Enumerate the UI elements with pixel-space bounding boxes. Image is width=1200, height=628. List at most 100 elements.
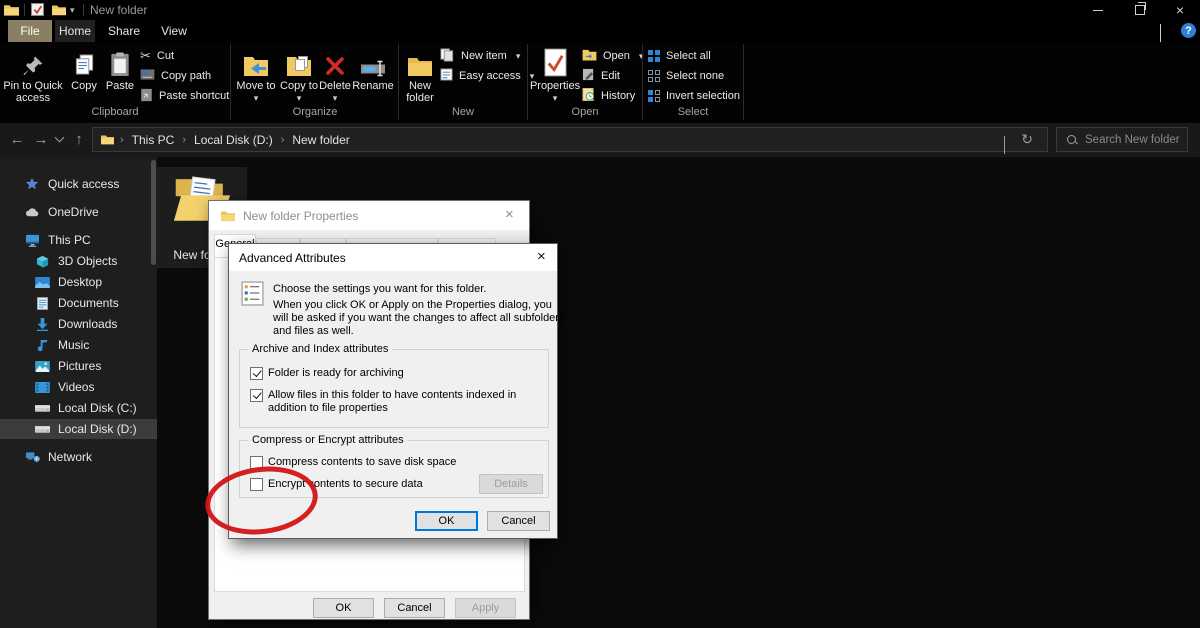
- sidebar-item-desktop[interactable]: Desktop: [0, 272, 157, 292]
- details-button[interactable]: Details: [479, 474, 543, 494]
- index-checkbox-label: Allow files in this folder to have conte…: [268, 389, 540, 415]
- sidebar-item-3d-objects[interactable]: 3D Objects: [0, 251, 157, 271]
- tab-home[interactable]: Home: [55, 20, 95, 42]
- qat-folder-button[interactable]: [52, 3, 66, 21]
- archive-checkbox-label: Folder is ready for archiving: [268, 367, 404, 380]
- up-button[interactable]: ↑: [68, 128, 90, 150]
- rename-button[interactable]: Rename: [351, 45, 395, 92]
- invert-selection-label: Invert selection: [666, 90, 740, 102]
- properties-button[interactable]: Properties: [531, 45, 579, 104]
- advanced-intro-body: When you click OK or Apply on the Proper…: [273, 299, 565, 338]
- qat-properties-button[interactable]: [31, 3, 44, 21]
- select-all-button[interactable]: Select all: [648, 48, 711, 64]
- close-icon[interactable]: ×: [505, 207, 514, 222]
- sidebar-item-videos[interactable]: Videos: [0, 377, 157, 397]
- tab-share[interactable]: Share: [103, 20, 145, 42]
- properties-dialog-titlebar: New folder Properties ×: [209, 201, 529, 230]
- open-group-label: Open: [528, 106, 642, 118]
- chevron-down-icon: [1004, 136, 1005, 154]
- index-checkbox[interactable]: [250, 389, 263, 402]
- history-button[interactable]: History: [582, 88, 635, 104]
- paste-label: Paste: [106, 80, 134, 92]
- divider: [24, 4, 25, 16]
- paste-shortcut-label: Paste shortcut: [159, 90, 229, 102]
- breadcrumb-drive[interactable]: Local Disk (D:): [192, 133, 275, 147]
- chevron-down-icon: [54, 133, 64, 143]
- minimize-button[interactable]: [1078, 0, 1118, 20]
- tab-file[interactable]: File: [8, 20, 52, 42]
- advanced-cancel-button[interactable]: Cancel: [487, 511, 550, 531]
- sidebar-item-downloads[interactable]: Downloads: [0, 314, 157, 334]
- invert-selection-button[interactable]: Invert selection: [648, 88, 740, 104]
- close-icon[interactable]: ×: [537, 249, 546, 264]
- collapse-ribbon-button[interactable]: [1160, 25, 1161, 43]
- new-item-label: New item: [461, 50, 507, 62]
- refresh-button[interactable]: ↻: [1021, 131, 1033, 148]
- forward-button[interactable]: →: [30, 128, 52, 150]
- close-button[interactable]: ×: [1160, 0, 1200, 20]
- folder-icon: [221, 210, 235, 225]
- new-folder-button[interactable]: New folder: [400, 45, 440, 104]
- invert-selection-icon: [648, 90, 660, 102]
- sidebar-item-local-disk-c[interactable]: Local Disk (C:): [0, 398, 157, 418]
- sidebar-item-network[interactable]: Network: [0, 447, 157, 467]
- sidebar-item-onedrive[interactable]: OneDrive: [0, 202, 157, 222]
- navigation-pane: Quick access OneDrive This PC 3D Objects…: [0, 157, 157, 628]
- sidebar-item-documents[interactable]: Documents: [0, 293, 157, 313]
- easy-access-button[interactable]: Easy access: [440, 68, 534, 84]
- copy-to-button[interactable]: Copy to: [279, 45, 319, 104]
- properties-ok-button[interactable]: OK: [313, 598, 374, 618]
- app-folder-icon: [4, 3, 19, 21]
- sidebar-item-quick-access[interactable]: Quick access: [0, 174, 157, 194]
- tab-view[interactable]: View: [155, 20, 193, 42]
- pin-to-quick-access-button[interactable]: Pin to Quick access: [2, 45, 64, 104]
- sidebar-item-this-pc[interactable]: This PC: [0, 230, 157, 250]
- breadcrumb-folder[interactable]: New folder: [290, 133, 351, 147]
- archive-checkbox[interactable]: [250, 367, 263, 380]
- advanced-ok-button[interactable]: OK: [415, 511, 478, 531]
- select-none-button[interactable]: Select none: [648, 68, 724, 84]
- copy-button[interactable]: Copy: [66, 45, 102, 92]
- sidebar-item-pictures[interactable]: Pictures: [0, 356, 157, 376]
- edit-button[interactable]: Edit: [582, 68, 620, 84]
- sidebar-scrollbar[interactable]: [151, 160, 156, 265]
- breadcrumb-this-pc[interactable]: This PC: [130, 133, 177, 147]
- sidebar-item-music[interactable]: Music: [0, 335, 157, 355]
- search-box[interactable]: [1056, 127, 1188, 152]
- group-separator: [230, 44, 231, 120]
- open-label: Open: [603, 50, 630, 62]
- recent-locations-button[interactable]: [52, 128, 66, 150]
- address-bar[interactable]: › This PC › Local Disk (D:) › New folder…: [92, 127, 1048, 152]
- paste-shortcut-button[interactable]: Paste shortcut: [140, 88, 229, 104]
- restore-button[interactable]: [1120, 0, 1160, 20]
- move-to-button[interactable]: Move to: [236, 45, 276, 104]
- ribbon-tab-row: File Home Share View: [0, 20, 1200, 42]
- copy-path-button[interactable]: Copy path: [140, 68, 211, 84]
- copy-label: Copy: [71, 80, 97, 92]
- chevron-up-icon: [1160, 24, 1161, 42]
- sidebar-item-label: This PC: [48, 233, 91, 247]
- properties-label: Properties: [530, 80, 580, 92]
- properties-cancel-button[interactable]: Cancel: [384, 598, 445, 618]
- sidebar-item-local-disk-d[interactable]: Local Disk (D:): [0, 419, 157, 439]
- explorer-window: ▾ New folder × File Home Share View Pin …: [0, 0, 1200, 628]
- new-item-button[interactable]: New item: [440, 48, 520, 64]
- open-button[interactable]: Open: [582, 48, 643, 64]
- address-dropdown-button[interactable]: [1004, 136, 1005, 154]
- rename-icon: [360, 45, 386, 77]
- ribbon: Pin to Quick access Copy Paste ✂ Cut Cop…: [0, 42, 1200, 123]
- select-none-icon: [648, 70, 660, 82]
- qat-dropdown-caret-icon[interactable]: ▾: [70, 5, 75, 16]
- drive-icon: [34, 424, 50, 434]
- help-button[interactable]: [1181, 23, 1196, 38]
- close-icon: ×: [1176, 3, 1184, 17]
- search-input[interactable]: [1083, 133, 1187, 147]
- pushpin-icon: [22, 45, 44, 77]
- cut-button[interactable]: ✂ Cut: [140, 48, 174, 64]
- back-button[interactable]: ←: [6, 128, 28, 150]
- paste-button[interactable]: Paste: [102, 45, 138, 92]
- delete-button[interactable]: Delete: [315, 45, 355, 104]
- properties-apply-button[interactable]: Apply: [455, 598, 516, 618]
- cut-label: Cut: [157, 50, 174, 62]
- sidebar-item-label: OneDrive: [48, 205, 99, 219]
